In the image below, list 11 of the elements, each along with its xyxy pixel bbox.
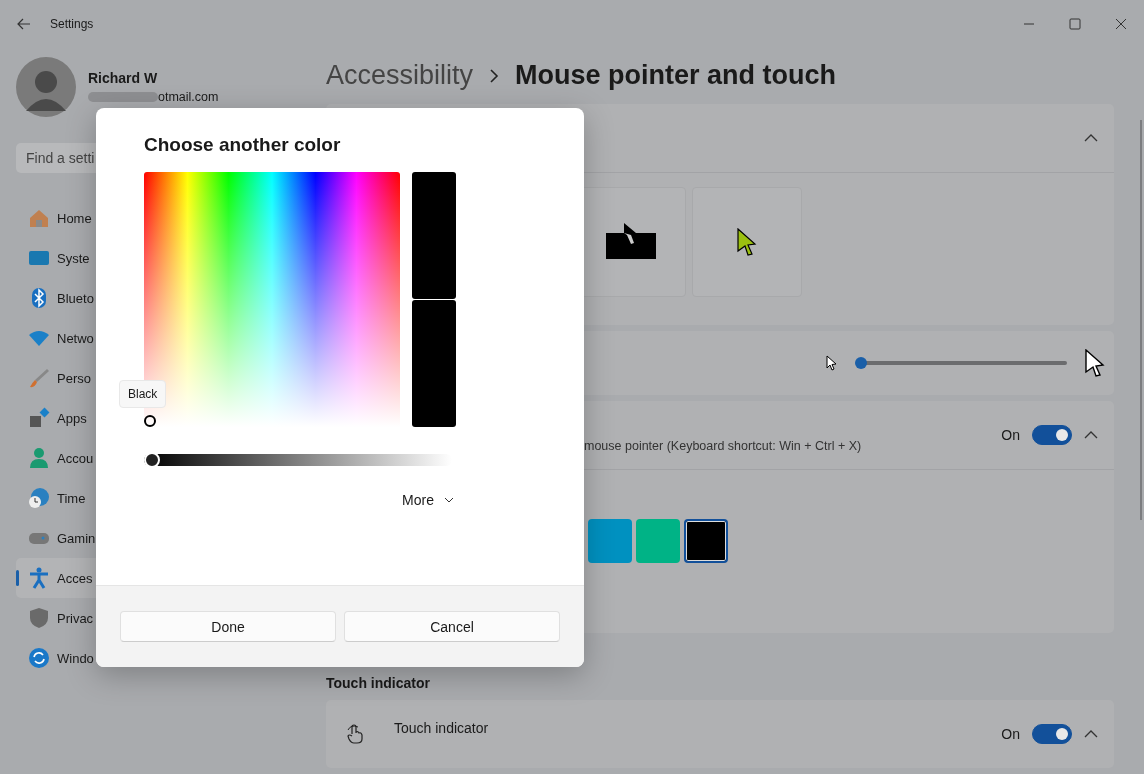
user-email: otmail.com	[158, 90, 219, 104]
page-title: Mouse pointer and touch	[515, 60, 837, 92]
window-title: Settings	[50, 17, 94, 31]
toggle-state-label: On	[1001, 726, 1020, 743]
tooltip: Black	[119, 380, 167, 408]
toggle-state-label: On	[1001, 427, 1020, 444]
setting-description: mouse pointer (Keyboard shortcut: Win + Ctrl + X)	[584, 439, 862, 454]
dialog-title: Choose another color	[144, 134, 342, 156]
user-name: Richard W	[88, 70, 159, 86]
setting-title: Touch indicator	[394, 720, 489, 737]
section-heading: Touch indicator	[326, 675, 431, 692]
